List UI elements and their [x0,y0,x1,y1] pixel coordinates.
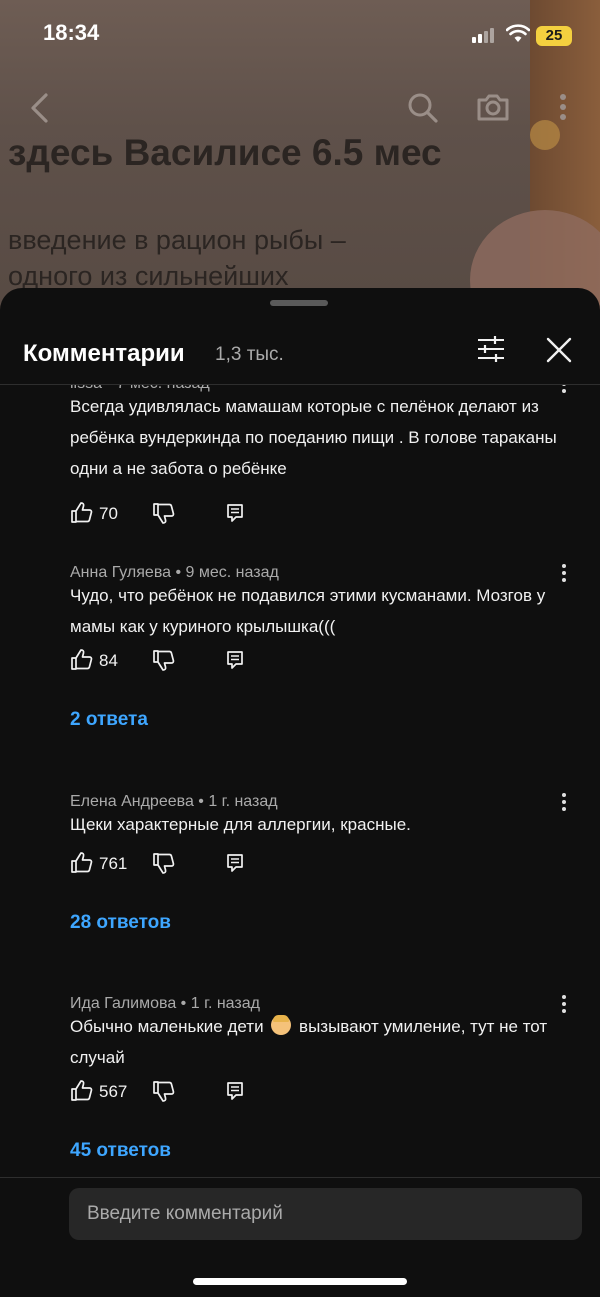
filter-sliders-icon[interactable] [476,335,506,368]
search-icon[interactable] [407,92,439,129]
dislike-thumb-down-icon[interactable] [152,648,176,677]
like-count: 70 [99,504,118,523]
comments-header: Комментарии 1,3 тыс. [0,318,600,382]
view-replies-link[interactable]: 45 ответов [70,1140,171,1162]
comment-text-part: Обычно маленькие дети [70,1017,264,1036]
more-vertical-icon[interactable] [558,92,568,127]
comment-text: Обычно маленькие дети вызывают умиление,… [70,1011,570,1073]
comment-text: Щеки характерные для аллергии, красные. [70,815,411,834]
view-replies-link[interactable]: 2 ответа [70,709,148,731]
comment-input[interactable] [69,1188,582,1240]
video-overlay-subtitle-line1: введение в рацион рыбы – [8,225,346,255]
reply-comment-icon[interactable] [226,650,244,675]
dislike-thumb-down-icon[interactable] [152,501,176,530]
comment-actions: 84 [70,648,270,674]
home-indicator[interactable] [193,1278,407,1285]
camera-icon[interactable] [476,92,510,127]
like-count: 567 [99,1082,128,1101]
comment-actions: 761 [70,851,270,877]
comments-sheet: Комментарии 1,3 тыс. lissa • 7 мес. наза… [0,288,600,1297]
sheet-drag-handle[interactable] [270,300,328,306]
video-overlay-title: здесь Василисе 6.5 мес [8,132,442,173]
wifi-icon [505,24,531,49]
like-count: 761 [99,854,128,873]
comments-list[interactable]: lissa • 7 мес. назад Всегда удивлялась м… [0,385,600,1167]
back-arrow-icon[interactable] [28,92,52,129]
comments-title: Комментарии [23,340,185,367]
status-time: 18:34 [43,20,100,45]
like-thumb-up-icon[interactable] [70,648,94,677]
battery-indicator: 25 [536,26,572,46]
like-count: 84 [99,651,118,670]
dislike-thumb-down-icon[interactable] [152,1079,176,1108]
like-thumb-up-icon[interactable] [70,851,94,880]
reply-comment-icon[interactable] [226,1081,244,1106]
comments-count: 1,3 тыс. [215,344,284,365]
close-icon[interactable] [545,336,573,369]
comment-text: Всегда удивлялась мамашам которые с пелё… [70,397,557,478]
comment-input-box[interactable] [69,1188,582,1240]
baby-face-emoji-icon [271,1015,292,1035]
dislike-thumb-down-icon[interactable] [152,851,176,880]
video-overlay-subtitle: введение в рацион рыбы – одного из сильн… [8,222,346,294]
comment-actions: 70 [70,501,270,527]
video-door-knob [530,120,560,150]
view-replies-link[interactable]: 28 ответов [70,912,171,934]
comment-text: Чудо, что ребёнок не подавился этими кус… [70,586,546,636]
input-divider [0,1177,600,1178]
like-thumb-up-icon[interactable] [70,1079,94,1108]
reply-comment-icon[interactable] [226,853,244,878]
comment-actions: 567 [70,1079,270,1105]
cellular-signal-icon [472,28,494,43]
reply-comment-icon[interactable] [226,503,244,528]
status-bar: 18:34 25 [0,0,600,72]
like-thumb-up-icon[interactable] [70,501,94,530]
